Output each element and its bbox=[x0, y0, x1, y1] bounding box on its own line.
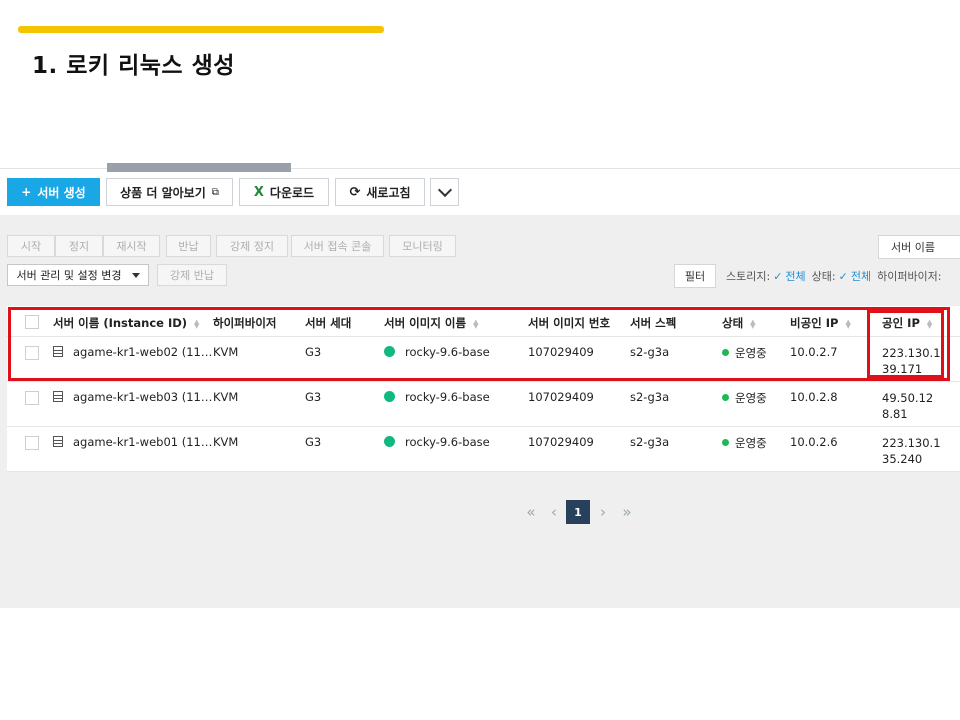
check-icon: ✓ bbox=[838, 269, 848, 283]
learn-more-button[interactable]: 상품 더 알아보기 ⧉ bbox=[106, 178, 233, 206]
plus-icon: + bbox=[21, 185, 32, 199]
create-server-button[interactable]: + 서버 생성 bbox=[7, 178, 100, 206]
download-button[interactable]: X 다운로드 bbox=[239, 178, 329, 206]
image-no-cell: 107029409 bbox=[528, 435, 594, 449]
search-field-label: 서버 이름 bbox=[891, 241, 935, 254]
stop-button[interactable]: 정지 bbox=[55, 235, 103, 257]
public-ip-cell: 49.50.128.81 bbox=[882, 391, 934, 421]
public-ip-cell: 223.130.135.240 bbox=[882, 436, 941, 466]
chevron-down-icon bbox=[437, 182, 452, 197]
status-cell: 운영중 bbox=[722, 390, 767, 406]
generation-cell: G3 bbox=[305, 435, 322, 449]
next-page-button[interactable]: › bbox=[594, 500, 612, 524]
image-name-cell: rocky-9.6-base bbox=[384, 390, 490, 404]
external-link-icon: ⧉ bbox=[211, 186, 219, 198]
server-manage-label: 서버 관리 및 설정 변경 bbox=[16, 269, 122, 282]
status-running-icon bbox=[722, 439, 729, 446]
server-manage-dropdown[interactable]: 서버 관리 및 설정 변경 bbox=[7, 264, 149, 286]
caret-down-icon bbox=[131, 272, 140, 278]
filter-button[interactable]: 필터 bbox=[674, 264, 716, 288]
rocky-linux-icon bbox=[384, 436, 395, 447]
monitoring-button[interactable]: 모니터링 bbox=[389, 235, 456, 257]
restart-button[interactable]: 재시작 bbox=[103, 235, 160, 257]
last-page-button[interactable]: » bbox=[616, 500, 638, 524]
start-button[interactable]: 시작 bbox=[7, 235, 55, 257]
filter-summary[interactable]: 스토리지: ✓ 전체 상태: ✓ 전체 하이퍼바이저: bbox=[726, 264, 942, 288]
rocky-linux-icon bbox=[384, 391, 395, 402]
table-row[interactable]: agame-kr1-web01 (11… KVM G3 rocky-9.6-ba… bbox=[7, 427, 960, 472]
server-icon bbox=[53, 391, 63, 402]
image-no-cell: 107029409 bbox=[528, 390, 594, 404]
create-server-label: 서버 생성 bbox=[37, 185, 86, 200]
table-row[interactable]: agame-kr1-web03 (11… KVM G3 rocky-9.6-ba… bbox=[7, 382, 960, 427]
hypervisor-cell: KVM bbox=[213, 390, 239, 404]
generation-cell: G3 bbox=[305, 390, 322, 404]
force-stop-button[interactable]: 강제 정지 bbox=[216, 235, 288, 257]
status-filter-label: 상태: bbox=[811, 270, 836, 283]
server-name-cell: agame-kr1-web03 (11… bbox=[53, 390, 212, 404]
server-name-cell: agame-kr1-web01 (11… bbox=[53, 435, 212, 449]
excel-icon: X bbox=[253, 184, 264, 200]
current-page-button[interactable]: 1 bbox=[566, 500, 590, 524]
refresh-label: 새로고침 bbox=[366, 185, 411, 200]
check-icon: ✓ bbox=[773, 269, 783, 283]
row-checkbox[interactable] bbox=[25, 436, 39, 450]
return-button[interactable]: 반납 bbox=[166, 235, 211, 257]
more-options-button[interactable] bbox=[430, 178, 459, 206]
spec-cell: s2-g3a bbox=[630, 390, 670, 404]
server-console-button[interactable]: 서버 접속 콘솔 bbox=[291, 235, 384, 257]
refresh-icon: ⟳ bbox=[349, 184, 361, 200]
status-running-icon bbox=[722, 394, 729, 401]
status-cell: 운영중 bbox=[722, 435, 767, 451]
active-tab-indicator bbox=[107, 163, 291, 172]
download-label: 다운로드 bbox=[269, 185, 315, 200]
title-accent-bar bbox=[18, 26, 384, 33]
storage-filter-label: 스토리지: bbox=[726, 270, 771, 283]
refresh-button[interactable]: ⟳ 새로고침 bbox=[335, 178, 425, 206]
image-name-cell: rocky-9.6-base bbox=[384, 435, 490, 449]
slide-title: 1. 로키 리눅스 생성 bbox=[32, 53, 235, 79]
first-page-button[interactable]: « bbox=[520, 500, 542, 524]
prev-page-button[interactable]: ‹ bbox=[545, 500, 563, 524]
status-filter-value: 전체 bbox=[850, 270, 872, 283]
hypervisor-cell: KVM bbox=[213, 435, 239, 449]
storage-filter-value: 전체 bbox=[785, 270, 806, 283]
private-ip-cell: 10.0.2.6 bbox=[790, 435, 838, 449]
server-icon bbox=[53, 436, 63, 447]
private-ip-cell: 10.0.2.8 bbox=[790, 390, 838, 404]
search-field-select[interactable]: 서버 이름 bbox=[878, 235, 960, 259]
force-return-button[interactable]: 강제 반납 bbox=[157, 264, 227, 286]
spec-cell: s2-g3a bbox=[630, 435, 670, 449]
row-checkbox[interactable] bbox=[25, 391, 39, 405]
hypervisor-filter-label: 하이퍼바이저: bbox=[877, 270, 942, 283]
highlight-box-public-ip bbox=[867, 310, 944, 378]
highlight-box-row bbox=[8, 307, 950, 381]
learn-more-label: 상품 더 알아보기 bbox=[120, 185, 206, 200]
